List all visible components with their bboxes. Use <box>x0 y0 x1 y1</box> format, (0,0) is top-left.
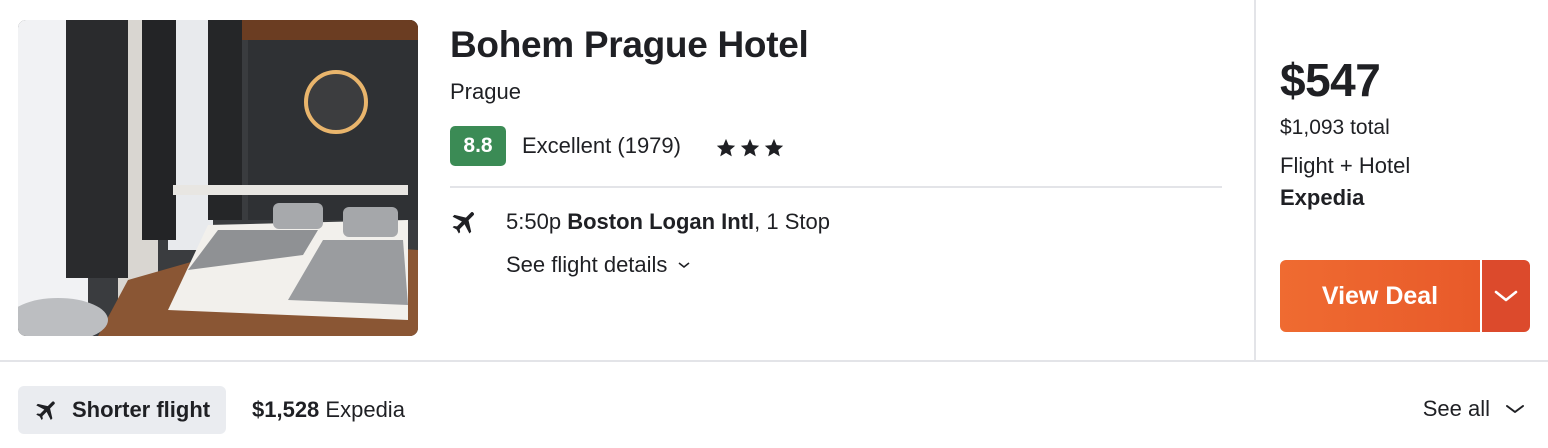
review-summary[interactable]: Excellent (1979) <box>522 133 681 159</box>
alternative-price[interactable]: $1,528 Expedia <box>252 397 405 423</box>
star-icon <box>764 138 784 157</box>
chevron-down-icon <box>677 260 691 270</box>
alternative-provider: Expedia <box>325 397 405 422</box>
see-flight-details-link[interactable]: See flight details <box>506 252 1222 278</box>
star-icon <box>740 138 760 157</box>
shorter-flight-tag[interactable]: Shorter flight <box>18 386 227 434</box>
see-all-button[interactable]: See all <box>1423 396 1526 422</box>
alternative-price-value: $1,528 <box>252 397 320 422</box>
hotel-name[interactable]: Bohem Prague Hotel <box>450 22 1222 68</box>
star-icon <box>716 138 736 157</box>
price-total: $1,093 total <box>1280 116 1390 139</box>
rating-row: 8.8 Excellent (1979) <box>450 126 1222 166</box>
see-all-label: See all <box>1422 396 1490 421</box>
airplane-icon <box>34 397 60 423</box>
price-per-person: $547 <box>1280 54 1381 106</box>
star-rating <box>715 133 785 159</box>
see-flight-details-label: See flight details <box>506 252 668 277</box>
hotel-info: Bohem Prague Hotel Prague 8.8 Excellent … <box>450 22 1222 278</box>
alternative-options-bar: Shorter flight $1,528 Expedia See all <box>0 364 1548 448</box>
button-separator <box>1480 260 1482 332</box>
chevron-down-icon <box>1504 402 1526 416</box>
package-type: Flight + Hotel <box>1280 153 1411 178</box>
result-card: Bohem Prague Hotel Prague 8.8 Excellent … <box>0 0 1548 362</box>
divider <box>450 186 1222 188</box>
more-deals-dropdown-button[interactable] <box>1482 260 1530 332</box>
hotel-room-image <box>18 20 418 336</box>
flight-summary: 5:50p Boston Logan Intl, 1 Stop <box>450 204 1222 240</box>
hotel-photo[interactable] <box>18 20 418 336</box>
review-score-badge: 8.8 <box>450 126 506 166</box>
airplane-icon <box>450 205 484 239</box>
departure-time: 5:50p <box>506 209 562 234</box>
hotel-city: Prague <box>450 79 521 104</box>
view-deal-button[interactable]: View Deal <box>1280 260 1480 332</box>
price-panel: $547 $1,093 total Flight + Hotel Expedia <box>1280 52 1530 212</box>
column-divider <box>1254 0 1256 360</box>
departure-airport: Boston Logan Intl <box>567 209 755 234</box>
provider-name: Expedia <box>1280 185 1365 210</box>
stop-count: , 1 Stop <box>754 209 830 234</box>
shorter-flight-label: Shorter flight <box>72 397 211 422</box>
chevron-down-icon <box>1494 290 1518 302</box>
flight-info: 5:50p Boston Logan Intl, 1 Stop <box>506 209 830 235</box>
view-deal-button-group: View Deal <box>1280 260 1530 332</box>
